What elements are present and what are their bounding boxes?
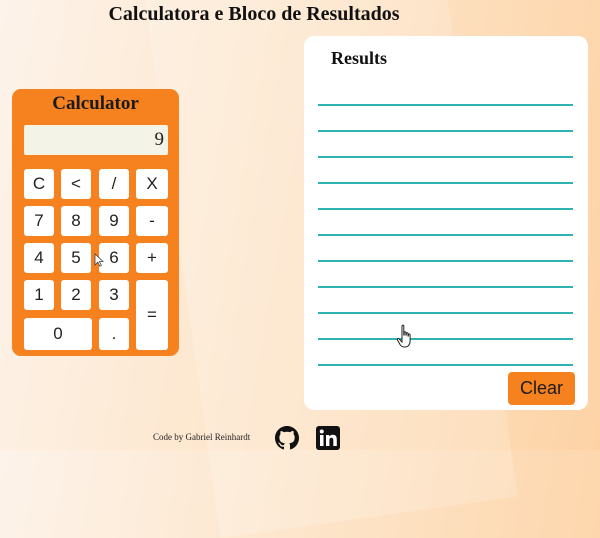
result-line — [318, 338, 573, 340]
calculator: Calculator 9 C < / X 7 8 9 - 4 5 6 + 1 2… — [12, 89, 179, 356]
calculator-display: 9 — [24, 125, 168, 155]
result-line — [318, 260, 573, 262]
result-line — [318, 130, 573, 132]
key-minus[interactable]: - — [136, 206, 168, 236]
result-line — [318, 286, 573, 288]
key-3[interactable]: 3 — [99, 280, 129, 310]
key-backspace[interactable]: < — [61, 169, 91, 199]
result-line — [318, 156, 573, 158]
github-icon[interactable] — [275, 426, 299, 450]
result-line — [318, 234, 573, 236]
key-0[interactable]: 0 — [24, 318, 92, 350]
key-2[interactable]: 2 — [61, 280, 91, 310]
key-7[interactable]: 7 — [24, 206, 54, 236]
key-4[interactable]: 4 — [24, 243, 54, 273]
key-1[interactable]: 1 — [24, 280, 54, 310]
result-line — [318, 182, 573, 184]
results-panel: Results Clear — [304, 36, 588, 410]
key-plus[interactable]: + — [136, 243, 168, 273]
calculator-title: Calculator — [52, 93, 139, 114]
result-line — [318, 364, 573, 366]
results-title: Results — [331, 48, 388, 68]
key-6[interactable]: 6 — [99, 243, 129, 273]
linkedin-icon[interactable] — [316, 426, 340, 450]
key-8[interactable]: 8 — [61, 206, 91, 236]
result-line — [318, 208, 573, 210]
key-multiply[interactable]: X — [136, 169, 168, 199]
clear-button[interactable]: Clear — [508, 372, 575, 405]
key-decimal[interactable]: . — [99, 318, 129, 350]
page-title: Calculatora e Bloco de Resultados — [108, 3, 400, 25]
key-divide[interactable]: / — [99, 169, 129, 199]
key-clear[interactable]: C — [24, 169, 54, 199]
key-9[interactable]: 9 — [99, 206, 129, 236]
key-equals[interactable]: = — [136, 280, 168, 350]
key-5[interactable]: 5 — [61, 243, 91, 273]
result-line — [318, 104, 573, 106]
footer-credit: Code by Gabriel Reinhardt — [153, 432, 251, 442]
result-line — [318, 312, 573, 314]
